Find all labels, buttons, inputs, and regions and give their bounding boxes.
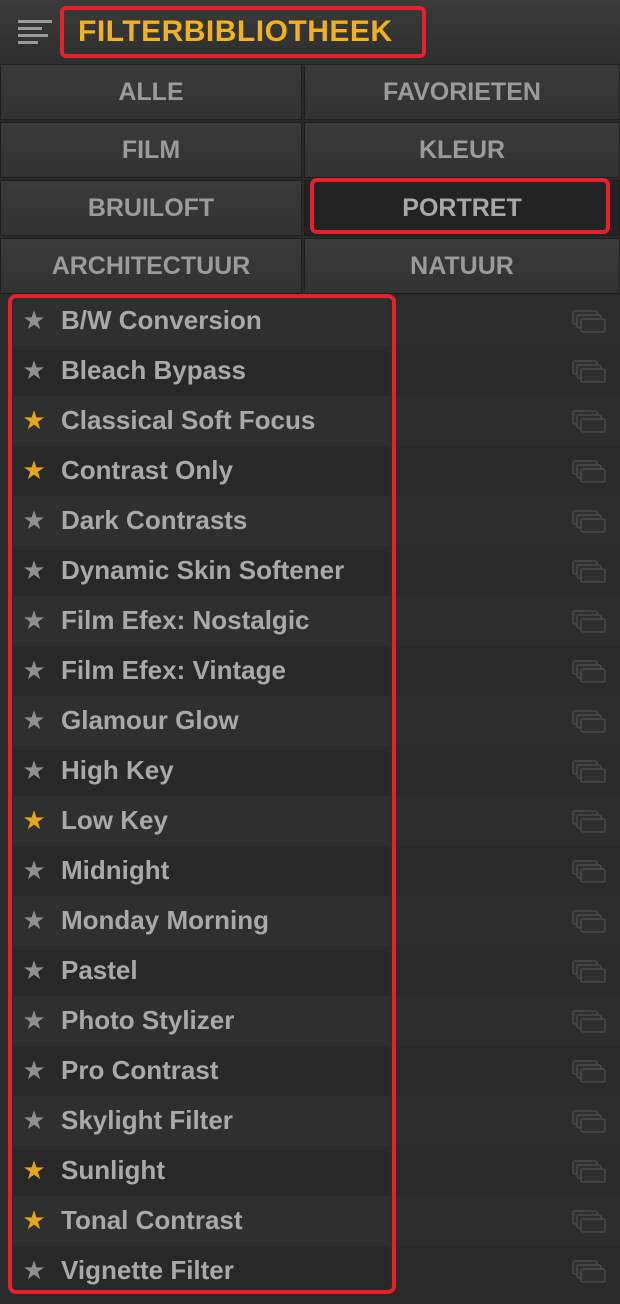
category-grid: ALLE FAVORIETEN FILM KLEUR BRUILOFT PORT… (0, 64, 620, 296)
filter-row[interactable]: ★ Skylight Filter (0, 1096, 620, 1146)
filter-label: Low Key (61, 805, 168, 835)
duplicate-icon[interactable] (572, 910, 608, 934)
filter-row[interactable]: ★ Pastel (0, 946, 620, 996)
duplicate-icon[interactable] (572, 860, 608, 884)
filter-row[interactable]: ★ Midnight (0, 846, 620, 896)
filter-label: Vignette Filter (61, 1255, 234, 1285)
filter-row[interactable]: ★ B/W Conversion (0, 296, 620, 346)
favorite-star-icon[interactable]: ★ (20, 1206, 48, 1234)
filter-row[interactable]: ★ Glamour Glow (0, 696, 620, 746)
filter-row[interactable]: ★ Contrast Only (0, 446, 620, 496)
star-icon[interactable]: ★ (20, 906, 48, 934)
duplicate-icon[interactable] (572, 760, 608, 784)
star-icon[interactable]: ★ (20, 656, 48, 684)
star-icon[interactable]: ★ (20, 1006, 48, 1034)
title-highlight: FILTERBIBLIOTHEEK (60, 6, 426, 58)
duplicate-icon[interactable] (572, 960, 608, 984)
category-color[interactable]: KLEUR (304, 122, 620, 178)
filter-row[interactable]: ★ Film Efex: Nostalgic (0, 596, 620, 646)
star-icon[interactable]: ★ (20, 1106, 48, 1134)
filter-row[interactable]: ★ Monday Morning (0, 896, 620, 946)
duplicate-icon[interactable] (572, 460, 608, 484)
star-icon[interactable]: ★ (20, 756, 48, 784)
star-icon[interactable]: ★ (20, 556, 48, 584)
filter-label: Film Efex: Nostalgic (61, 605, 310, 635)
star-icon[interactable]: ★ (20, 1056, 48, 1084)
duplicate-icon[interactable] (572, 1010, 608, 1034)
filter-label: Monday Morning (61, 905, 269, 935)
filter-row[interactable]: ★ Dark Contrasts (0, 496, 620, 546)
filter-label: Midnight (61, 855, 170, 885)
filter-label: Film Efex: Vintage (61, 655, 286, 685)
category-all[interactable]: ALLE (0, 64, 302, 120)
category-film[interactable]: FILM (0, 122, 302, 178)
filter-label: Contrast Only (61, 455, 233, 485)
favorite-star-icon[interactable]: ★ (20, 406, 48, 434)
duplicate-icon[interactable] (572, 560, 608, 584)
filter-label: Glamour Glow (61, 705, 239, 735)
star-icon[interactable]: ★ (20, 706, 48, 734)
duplicate-icon[interactable] (572, 1160, 608, 1184)
category-portrait[interactable]: PORTRET (304, 180, 620, 236)
filter-row[interactable]: ★ Film Efex: Vintage (0, 646, 620, 696)
filter-row[interactable]: ★ Classical Soft Focus (0, 396, 620, 446)
filter-label: Dark Contrasts (61, 505, 248, 535)
duplicate-icon[interactable] (572, 360, 608, 384)
duplicate-icon[interactable] (572, 310, 608, 334)
filter-row[interactable]: ★ Pro Contrast (0, 1046, 620, 1096)
duplicate-icon[interactable] (572, 510, 608, 534)
star-icon[interactable]: ★ (20, 1256, 48, 1284)
filter-row[interactable]: ★ Sunlight (0, 1146, 620, 1196)
duplicate-icon[interactable] (572, 710, 608, 734)
filter-row[interactable]: ★ Tonal Contrast (0, 1196, 620, 1246)
star-icon[interactable]: ★ (20, 356, 48, 384)
filter-label: High Key (61, 755, 174, 785)
filter-row[interactable]: ★ High Key (0, 746, 620, 796)
favorite-star-icon[interactable]: ★ (20, 1156, 48, 1184)
filter-label: Pastel (61, 955, 138, 985)
filter-label: Photo Stylizer (61, 1005, 235, 1035)
star-icon[interactable]: ★ (20, 506, 48, 534)
filter-row[interactable]: ★ Bleach Bypass (0, 346, 620, 396)
filter-library-panel: FILTERBIBLIOTHEEK ALLE FAVORIETEN FILM K… (0, 0, 620, 1304)
category-favorites[interactable]: FAVORIETEN (304, 64, 620, 120)
panel-title: FILTERBIBLIOTHEEK (78, 15, 393, 48)
duplicate-icon[interactable] (572, 1110, 608, 1134)
category-architecture[interactable]: ARCHITECTUUR (0, 238, 302, 294)
filter-label: Bleach Bypass (61, 355, 246, 385)
duplicate-icon[interactable] (572, 660, 608, 684)
duplicate-icon[interactable] (572, 410, 608, 434)
panel-header: FILTERBIBLIOTHEEK (0, 0, 620, 65)
filter-label: Pro Contrast (61, 1055, 219, 1085)
duplicate-icon[interactable] (572, 1260, 608, 1284)
favorite-star-icon[interactable]: ★ (20, 806, 48, 834)
favorite-star-icon[interactable]: ★ (20, 456, 48, 484)
filter-label: Skylight Filter (61, 1105, 233, 1135)
duplicate-icon[interactable] (572, 610, 608, 634)
filter-row[interactable]: ★ Photo Stylizer (0, 996, 620, 1046)
star-icon[interactable]: ★ (20, 606, 48, 634)
star-icon[interactable]: ★ (20, 306, 48, 334)
star-icon[interactable]: ★ (20, 856, 48, 884)
filter-label: Tonal Contrast (61, 1205, 243, 1235)
filter-label: Dynamic Skin Softener (61, 555, 345, 585)
list-menu-icon[interactable] (18, 20, 52, 48)
filter-label: Sunlight (61, 1155, 165, 1185)
duplicate-icon[interactable] (572, 1060, 608, 1084)
star-icon[interactable]: ★ (20, 956, 48, 984)
filter-label: Classical Soft Focus (61, 405, 316, 435)
filter-row[interactable]: ★ Vignette Filter (0, 1246, 620, 1296)
filter-list: ★ B/W Conversion ★ Bleach Bypass ★ Classical … (0, 296, 620, 1304)
filter-row[interactable]: ★ Low Key (0, 796, 620, 846)
filter-label: B/W Conversion (61, 305, 262, 335)
duplicate-icon[interactable] (572, 810, 608, 834)
filter-row[interactable]: ★ Dynamic Skin Softener (0, 546, 620, 596)
duplicate-icon[interactable] (572, 1210, 608, 1234)
category-wedding[interactable]: BRUILOFT (0, 180, 302, 236)
category-nature[interactable]: NATUUR (304, 238, 620, 294)
